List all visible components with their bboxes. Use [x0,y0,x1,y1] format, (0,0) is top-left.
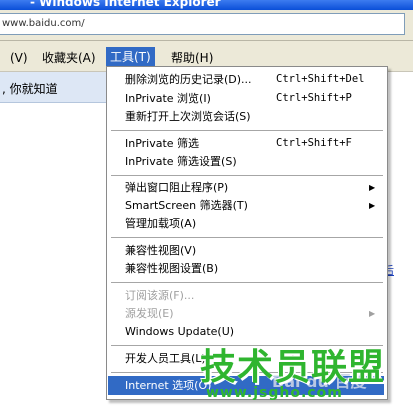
menu-item-label: InPrivate 筛选 [125,137,200,150]
menu-item-compat-view-settings[interactable]: 兼容性视图设置(B) [107,259,387,278]
menu-item-inprivate-filter[interactable]: InPrivate 筛选 Ctrl+Shift+F [107,134,387,153]
menu-help[interactable]: 帮助(H) [167,49,217,67]
menu-item-shortcut: Ctrl+Shift+F [276,137,352,149]
menu-tools[interactable]: 工具(T) [106,47,155,67]
menu-item-label: 重新打开上次浏览会话(S) [125,110,251,123]
menu-item-label: InPrivate 浏览(I) [125,92,211,105]
address-input[interactable]: www.baidu.com/ [0,13,405,35]
watermark-url: www.jsgho.com [206,385,343,401]
menu-item-popup-blocker[interactable]: 弹出窗口阻止程序(P) ▶ [107,178,387,197]
menu-separator [111,282,383,284]
menu-favorites[interactable]: 收藏夹(A) [38,49,100,67]
address-bar: www.baidu.com/ [0,10,413,41]
menu-item-inprivate-filter-settings[interactable]: InPrivate 筛选设置(S) [107,152,387,171]
menu-item-label: 兼容性视图(V) [125,244,197,257]
menu-item-delete-history[interactable]: 删除浏览的历史记录(D)... Ctrl+Shift+Del [107,70,387,89]
menu-item-label: 管理加载项(A) [125,217,197,230]
menu-item-reopen-session[interactable]: 重新打开上次浏览会话(S) [107,107,387,126]
watermark: Bai du 百度 技术员联盟 www.jsgho.com [196,338,411,408]
submenu-arrow-icon: ▶ [369,201,376,210]
address-url: www.baidu.com/ [2,18,85,29]
menu-item-label: 弹出窗口阻止程序(P) [125,181,229,194]
submenu-arrow-icon: ▶ [369,183,376,192]
menu-item-label: SmartScreen 筛选器(T) [125,199,248,212]
menu-item-label: 删除浏览的历史记录(D)... [125,73,252,86]
menu-item-compat-view[interactable]: 兼容性视图(V) [107,241,387,260]
menu-item-manage-addons[interactable]: 管理加载项(A) [107,214,387,233]
watermark-title: 技术员联盟 [200,347,386,388]
menu-item-subscribe-feed: 订阅该源(F)... [107,286,387,305]
menu-item-label: 源发现(E) [125,307,174,320]
menu-item-label: InPrivate 筛选设置(S) [125,155,237,168]
menu-item-shortcut: Ctrl+Shift+P [276,92,352,104]
menu-separator [111,130,383,132]
menu-separator [111,175,383,177]
title-bar: - Windows Internet Explorer [0,0,413,10]
menu-item-label: 订阅该源(F)... [125,289,195,302]
menu-item-smartscreen[interactable]: SmartScreen 筛选器(T) ▶ [107,196,387,215]
window-title: - Windows Internet Explorer [30,0,221,9]
menu-separator [111,237,383,239]
menu-item-shortcut: Ctrl+Shift+Del [276,73,365,85]
menu-item-inprivate-browsing[interactable]: InPrivate 浏览(I) Ctrl+Shift+P [107,89,387,108]
page-snippet: , 你就知道 [2,82,58,96]
menu-view[interactable]: (V) [6,49,32,67]
menu-item-feed-discovery: 源发现(E) ▶ [107,304,387,323]
page-content-strip: , 你就知道 [0,72,110,103]
submenu-arrow-icon: ▶ [369,309,376,318]
menu-item-label: 开发人员工具(L) [125,352,206,365]
menu-item-label: 兼容性视图设置(B) [125,262,219,275]
